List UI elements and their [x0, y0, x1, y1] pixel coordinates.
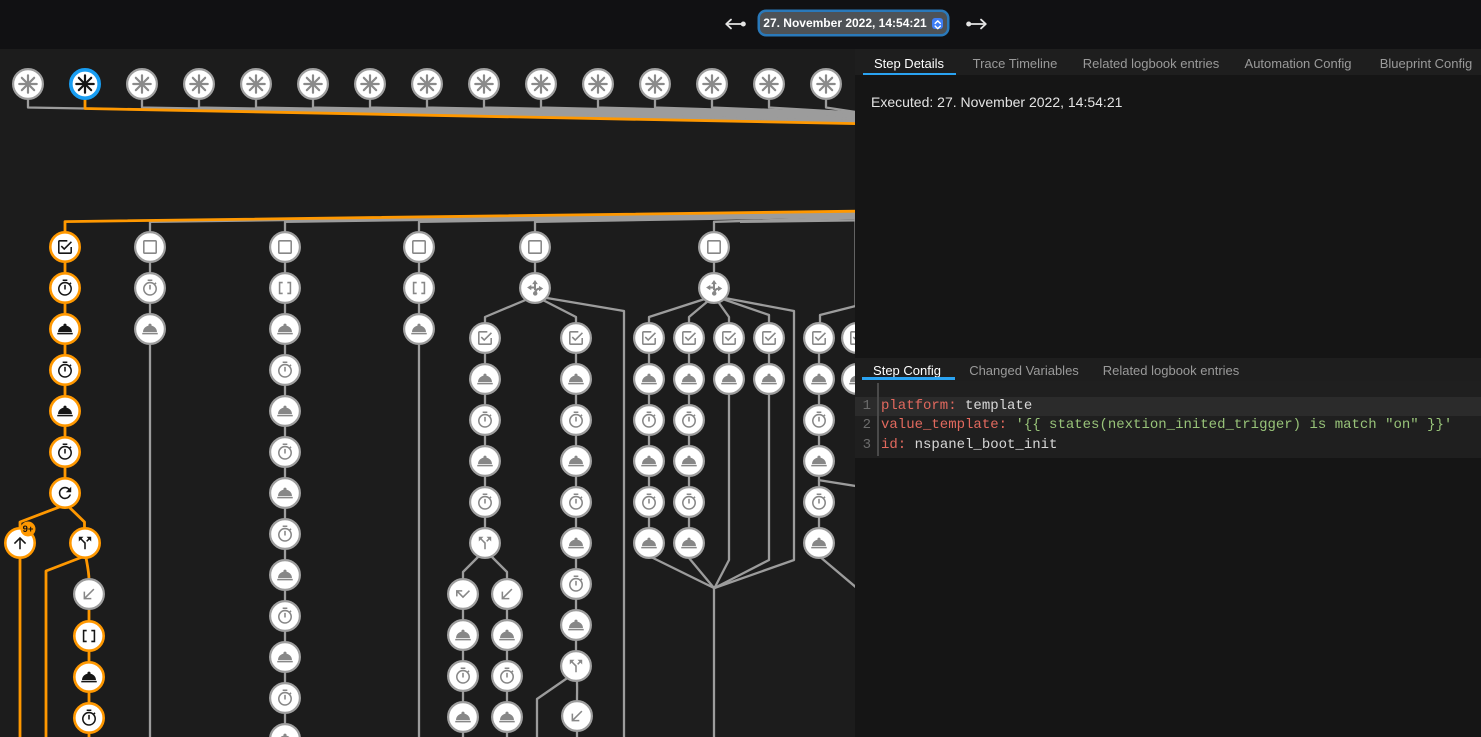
svg-text:9+: 9+ — [23, 524, 34, 535]
